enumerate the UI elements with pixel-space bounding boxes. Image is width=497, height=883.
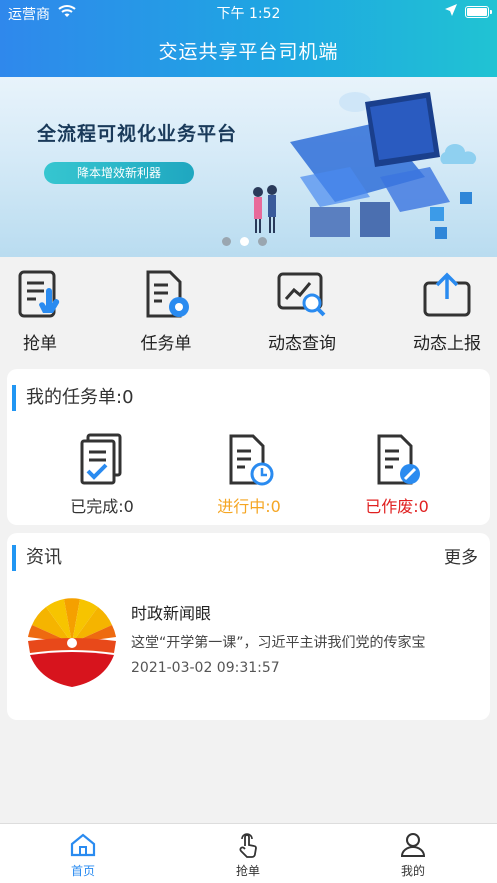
app-header: 运营商 下午 1:52 交运共享平台司机端 (0, 0, 497, 77)
task-void[interactable]: 已作废:0 (337, 433, 457, 517)
quick-action-query[interactable]: 动态查询 (252, 269, 352, 354)
tab-label: 我的 (400, 864, 425, 878)
status-time: 下午 1:52 (216, 6, 281, 22)
quick-label: 动态查询 (268, 334, 336, 354)
carousel-dot[interactable] (222, 237, 231, 246)
banner-tagline: 降本增效新利器 (44, 162, 194, 184)
void-doc-icon (377, 434, 420, 485)
location-arrow-icon (445, 4, 457, 20)
tab-label: 抢单 (235, 864, 260, 878)
hand-tap-icon (239, 833, 257, 858)
news-date: 2021-03-02 09:31:57 (131, 660, 280, 676)
in-progress-doc-icon (229, 434, 274, 486)
task-in-progress[interactable]: 进行中:0 (189, 433, 309, 517)
grab-order-icon (18, 270, 60, 318)
tab-label: 首页 (70, 864, 95, 878)
quick-action-task[interactable]: 任务单 (116, 269, 216, 354)
promo-banner[interactable]: 全流程可视化业务平台 降本增效新利器 (0, 77, 497, 257)
quick-action-grab[interactable]: 抢单 (0, 269, 90, 354)
quick-label: 动态上报 (413, 334, 481, 354)
task-completed[interactable]: 已完成:0 (42, 433, 162, 517)
tab-home[interactable]: 首页 (43, 832, 123, 879)
more-link[interactable]: 更多 (444, 545, 478, 571)
bottom-tab-bar: 首页 抢单 我的 (0, 823, 497, 883)
completed-doc-icon (80, 433, 122, 485)
banner-title: 全流程可视化业务平台 (37, 123, 238, 145)
tab-mine[interactable]: 我的 (373, 832, 453, 879)
battery-icon (465, 6, 492, 18)
tab-grab[interactable]: 抢单 (208, 832, 288, 879)
quick-actions: 抢单 任务单 动态查询 动态上报 (0, 257, 497, 367)
task-settings-icon (146, 270, 189, 318)
news-card-title: 资讯 (12, 545, 62, 571)
news-title: 时政新闻眼 (131, 604, 212, 623)
task-label: 已作废:0 (365, 497, 429, 516)
carousel-indicator[interactable] (222, 237, 267, 246)
carousel-dot[interactable] (240, 237, 249, 246)
user-icon (400, 833, 426, 857)
status-bar: 运营商 下午 1:52 (0, 0, 497, 24)
task-summary-card: 我的任务单:0 已完成:0 进行中:0 已作废:0 (7, 369, 490, 525)
task-label: 进行中:0 (217, 497, 281, 516)
home-icon (70, 833, 96, 857)
news-summary: 这堂“开学第一课”，习近平主讲我们党的传家宝 (131, 635, 426, 651)
news-item[interactable]: 时政新闻眼 这堂“开学第一课”，习近平主讲我们党的传家宝 2021-03-02 … (24, 595, 474, 695)
dynamic-query-icon (277, 272, 326, 317)
task-card-title: 我的任务单:0 (12, 385, 134, 411)
page-title: 交运共享平台司机端 (158, 41, 339, 63)
dashboard-illustration (253, 92, 477, 239)
news-card: 资讯 更多 时政新闻眼 这堂“开学第一课”，习近平主讲我们党的传家宝 2021-… (7, 533, 490, 720)
task-label: 已完成:0 (70, 497, 134, 516)
quick-label: 抢单 (23, 334, 57, 354)
petrochina-logo (28, 598, 116, 687)
carousel-dot[interactable] (258, 237, 267, 246)
quick-label: 任务单 (140, 334, 192, 354)
quick-action-report[interactable]: 动态上报 (397, 269, 497, 354)
upload-report-icon (423, 272, 471, 317)
